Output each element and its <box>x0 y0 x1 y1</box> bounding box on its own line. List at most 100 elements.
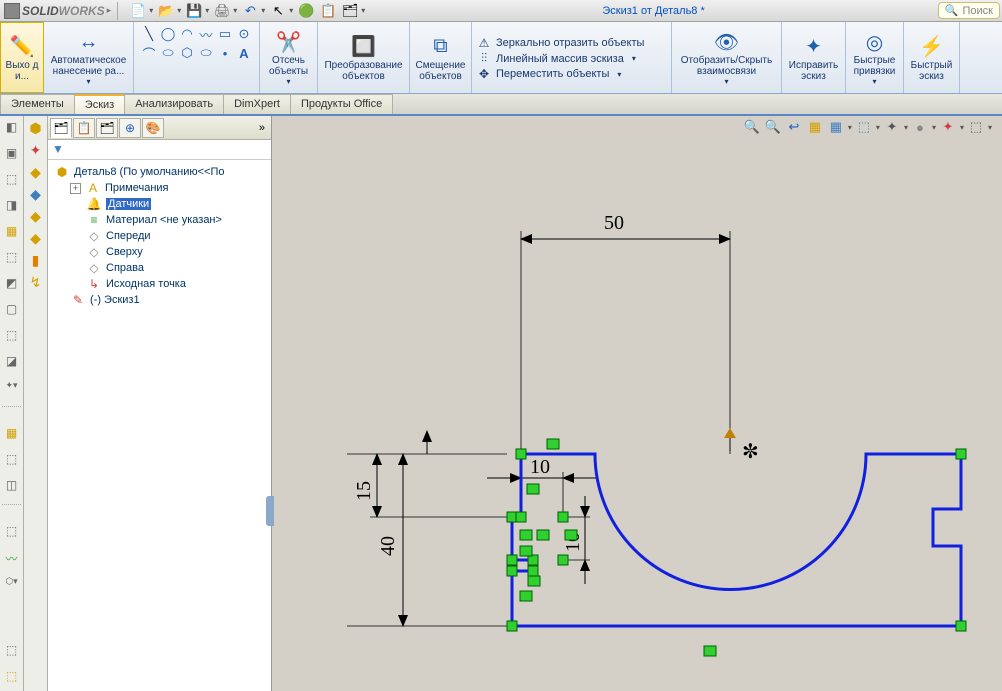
trim-button[interactable]: ✂️ Отсечь объекты ▾ <box>260 22 318 93</box>
display-tab[interactable]: 🎨 <box>142 118 164 138</box>
exit-sketch-button[interactable]: ✏️ Выхо д и... <box>0 22 44 93</box>
tree-front-plane[interactable]: ◇ Спереди <box>50 228 269 244</box>
tree-material[interactable]: ≡ Материал <не указан> <box>50 212 269 228</box>
part-icon[interactable]: ⬢ <box>27 120 45 138</box>
sketch-canvas[interactable]: 50 40 15 10 10 <box>272 116 1002 691</box>
mirror-button[interactable]: ⚠Зеркально отразить объекты <box>476 36 644 50</box>
tree-right-plane[interactable]: ◇ Справа <box>50 260 269 276</box>
tree-annotations[interactable]: + A Примечания <box>50 180 269 196</box>
tab-sketch[interactable]: Эскиз <box>74 94 125 114</box>
linear-pattern-button[interactable]: ⫶⫶Линейный массив эскиза▾ <box>476 51 636 66</box>
rail-icon[interactable]: ▦ <box>3 426 21 444</box>
command-manager-tabs: Элементы Эскиз Анализировать DimXpert Пр… <box>0 94 1002 116</box>
rail-icon[interactable]: ◪ <box>3 354 21 372</box>
search-box[interactable]: 🔍 Поиск <box>938 2 1000 19</box>
rect-tool[interactable]: ▭ <box>217 26 233 42</box>
rail-icon[interactable]: ▣ <box>3 146 21 164</box>
rail-icon[interactable]: ◆ <box>27 186 45 204</box>
rail-icon[interactable]: ◩ <box>3 276 21 294</box>
pattern-icon: ⫶⫶ <box>476 51 492 66</box>
sketch-icon: ✎ <box>70 293 86 307</box>
rail-icon[interactable]: ◨ <box>3 198 21 216</box>
config-tab[interactable]: 🗂 <box>96 118 118 138</box>
rail-icon[interactable]: ◧ <box>3 120 21 138</box>
rail-icon[interactable]: ✦ <box>27 142 45 160</box>
tab-evaluate[interactable]: Анализировать <box>124 94 224 114</box>
graphics-area[interactable]: 🔍 🔍 ↩ ▦ ▦▾ ⬚▾ ✦▾ ●▾ ✦▾ ⬚▾ 50 40 <box>272 116 1002 691</box>
circle-tool[interactable]: ◯ <box>160 26 176 42</box>
rail-icon[interactable]: ◆ <box>27 208 45 226</box>
snaps-icon: ◎ <box>866 29 883 55</box>
ribbon: ✏️ Выхо д и... ↔︎ Автоматическое нанесен… <box>0 22 1002 94</box>
dimension-icon: ↔︎ <box>79 29 99 55</box>
dim-tab[interactable]: ⊕ <box>119 118 141 138</box>
spline-tool[interactable]: 〰 <box>198 26 214 42</box>
quick-snaps-button[interactable]: ◎ Быстрые привязки ▾ <box>846 22 904 93</box>
material-icon: ≡ <box>86 213 102 227</box>
convert-button[interactable]: 🔲 Преобразование объектов <box>318 22 410 93</box>
options-button[interactable]: 📋 <box>319 2 337 20</box>
tree-root[interactable]: ⬢ Деталь8 (По умолчанию<<По <box>50 164 269 180</box>
feature-tree-tab[interactable]: 🗂 <box>50 118 72 138</box>
tab-dimxpert[interactable]: DimXpert <box>223 94 291 114</box>
rail-icon[interactable]: ⬚ <box>3 643 21 661</box>
arc2-tool[interactable]: ⌒ <box>141 45 157 61</box>
display-relations-button[interactable]: 👁 Отобразить/Скрыть взаимосвязи ▾ <box>672 22 782 93</box>
property-tab[interactable]: 📋 <box>73 118 95 138</box>
save-button[interactable]: 💾 <box>185 2 203 20</box>
offset-button[interactable]: ⧉ Смещение объектов <box>410 22 472 93</box>
rail-icon[interactable]: ◫ <box>3 478 21 496</box>
line-tool[interactable]: ╲ <box>141 26 157 42</box>
plane-icon: ◇ <box>86 229 102 243</box>
smart-dimension-button[interactable]: ↔︎ Автоматическое нанесение ра... ▾ <box>44 22 134 93</box>
text-tool[interactable]: A <box>236 45 252 61</box>
tree-sensors[interactable]: 🔔 Датчики <box>50 196 269 212</box>
undo-button[interactable]: ↶ <box>241 2 259 20</box>
polygon-tool[interactable]: ⬡ <box>179 45 195 61</box>
new-button[interactable]: 📄 <box>129 2 147 20</box>
slot-tool[interactable]: ⬭ <box>198 45 214 61</box>
rebuild-button[interactable]: 🟢 <box>297 2 315 20</box>
rail-icon[interactable]: ⬚ <box>3 452 21 470</box>
tree-origin[interactable]: ↳ Исходная точка <box>50 276 269 292</box>
expand-icon[interactable]: + <box>70 183 81 194</box>
arc-tool[interactable]: ◠ <box>179 26 195 42</box>
rail-icon[interactable]: ▮ <box>27 252 45 270</box>
tab-features[interactable]: Элементы <box>0 94 75 114</box>
rail-icon[interactable]: ◆ <box>27 164 45 182</box>
plane-icon: ◇ <box>86 245 102 259</box>
circle2-tool[interactable]: ⊙ <box>236 26 252 42</box>
rail-icon[interactable]: ⬚ <box>3 172 21 190</box>
move-button[interactable]: ✥Переместить объекты▾ <box>476 67 621 81</box>
repair-button[interactable]: ✦ Исправить эскиз <box>782 22 846 93</box>
tree-expand-button[interactable]: » <box>255 122 269 134</box>
trim-icon: ✂️ <box>276 29 301 55</box>
rail-icon[interactable]: ▦ <box>3 224 21 242</box>
dimension-50[interactable]: 50 <box>604 212 624 234</box>
select-button[interactable]: ↖ <box>269 2 287 20</box>
rapid-sketch-button[interactable]: ⚡ Быстрый эскиз <box>904 22 960 93</box>
rail-icon[interactable]: 〰 <box>3 550 21 568</box>
rail-icon[interactable]: ◆ <box>27 230 45 248</box>
rail-dropdown-icon[interactable]: ⬡▾ <box>3 576 21 594</box>
dimension-40[interactable]: 40 <box>377 536 399 556</box>
rail-icon[interactable]: ↯ <box>27 274 45 292</box>
tree-sketch1[interactable]: ✎ (-) Эскиз1 <box>50 292 269 308</box>
dimension-15[interactable]: 15 <box>353 481 375 501</box>
tree-top-plane[interactable]: ◇ Сверху <box>50 244 269 260</box>
rail-icon[interactable]: ⬚ <box>3 250 21 268</box>
tab-office[interactable]: Продукты Office <box>290 94 393 114</box>
rail-icon[interactable]: ⬚ <box>3 524 21 542</box>
convert-icon: 🔲 <box>351 34 376 60</box>
print-button[interactable]: 🖨 <box>213 2 231 20</box>
rail-icon[interactable]: ⬚ <box>3 669 21 687</box>
rail-icon[interactable]: ▢ <box>3 302 21 320</box>
dimension-10h[interactable]: 10 <box>530 456 550 478</box>
settings-button[interactable]: 🗂 <box>341 2 359 20</box>
open-button[interactable]: 📂 <box>157 2 175 20</box>
rail-dropdown-icon[interactable]: ✦▾ <box>3 380 21 398</box>
tree-filter[interactable]: ▼ <box>48 140 271 160</box>
point-tool[interactable]: • <box>217 45 233 61</box>
ellipse-tool[interactable]: ⬭ <box>160 45 176 61</box>
rail-icon[interactable]: ⬚ <box>3 328 21 346</box>
